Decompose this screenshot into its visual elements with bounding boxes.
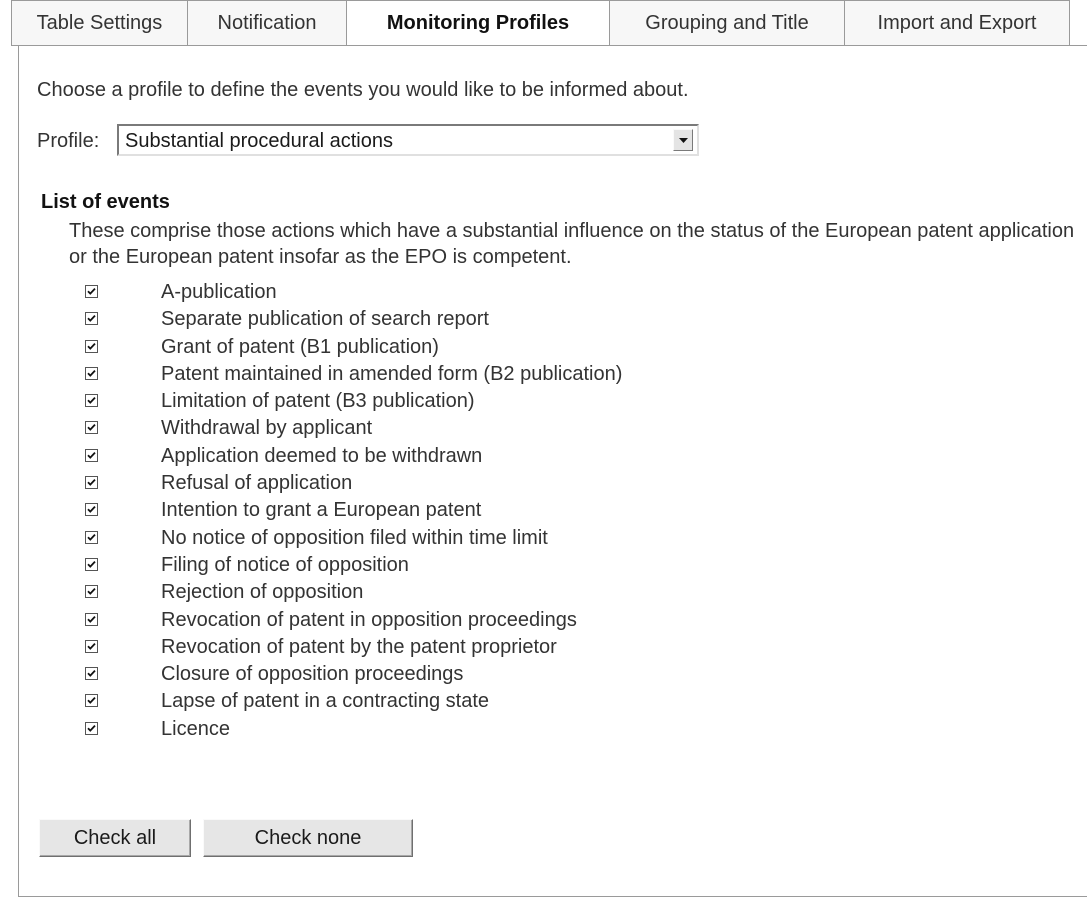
event-checkbox[interactable] (85, 639, 98, 653)
event-label: Intention to grant a European patent (161, 499, 482, 522)
check-all-button[interactable]: Check all (39, 819, 191, 857)
event-label: Application deemed to be withdrawn (161, 444, 483, 467)
event-checkbox[interactable] (85, 694, 98, 708)
event-label: A-publication (161, 281, 277, 303)
event-checkbox[interactable] (85, 312, 98, 326)
event-checkbox[interactable] (85, 285, 98, 298)
event-checkbox[interactable] (85, 421, 98, 435)
checkmark-icon (87, 287, 96, 295)
event-checkbox[interactable] (85, 448, 98, 462)
event-label: Patent maintained in amended form (B2 pu… (161, 362, 623, 385)
event-label: Filing of notice of opposition (161, 553, 409, 576)
checkmark-icon (87, 506, 96, 514)
checkmark-icon (87, 424, 96, 432)
checkmark-icon (87, 588, 96, 596)
intro-text: Choose a profile to define the events yo… (37, 79, 689, 101)
event-label: Grant of patent (B1 publication) (161, 335, 439, 358)
profile-select[interactable]: Substantial procedural actions (117, 124, 699, 156)
event-label: Licence (161, 717, 230, 740)
dropdown-arrow-icon[interactable] (673, 129, 693, 151)
event-checkbox[interactable] (85, 366, 98, 380)
checkmark-icon (87, 451, 96, 459)
event-checkbox[interactable] (85, 667, 98, 681)
event-checkbox[interactable] (85, 585, 98, 599)
event-checkbox[interactable] (85, 503, 98, 517)
checkmark-icon (87, 533, 96, 541)
checkmark-icon (87, 670, 96, 678)
list-of-events-heading: List of events (41, 191, 170, 213)
event-label: Limitation of patent (B3 publication) (161, 390, 475, 413)
profile-select-value: Substantial procedural actions (125, 130, 393, 152)
checkmark-icon (87, 315, 96, 323)
list-of-events-description: These comprise those actions which have … (69, 220, 1075, 268)
tab-grouping-and-title[interactable]: Grouping and Title (610, 0, 845, 46)
event-label: Lapse of patent in a contracting state (161, 690, 489, 713)
checkmark-icon (87, 369, 96, 377)
event-label: No notice of opposition filed within tim… (161, 526, 548, 549)
event-checkbox[interactable] (85, 721, 98, 735)
event-label: Rejection of opposition (161, 581, 364, 604)
tab-monitoring-profiles[interactable]: Monitoring Profiles (347, 0, 610, 46)
tab-table-settings[interactable]: Table Settings (11, 0, 188, 46)
checkmark-icon (87, 724, 96, 732)
event-checkbox[interactable] (85, 476, 98, 490)
check-none-button[interactable]: Check none (203, 819, 413, 857)
event-checkbox[interactable] (85, 394, 98, 408)
event-checkbox[interactable] (85, 557, 98, 571)
checkmark-icon (87, 697, 96, 705)
event-label: Refusal of application (161, 472, 353, 495)
tab-bar: Table Settings Notification Monitoring P… (11, 0, 1070, 46)
monitoring-profiles-panel: Choose a profile to define the events yo… (18, 45, 1087, 897)
event-label: Withdrawal by applicant (161, 417, 373, 440)
tab-notification[interactable]: Notification (188, 0, 347, 46)
event-label: Revocation of patent by the patent propr… (161, 635, 557, 658)
profile-label: Profile: (37, 130, 100, 152)
event-label: Closure of opposition proceedings (161, 663, 464, 686)
event-checkbox[interactable] (85, 339, 98, 353)
checkmark-icon (87, 342, 96, 350)
checkmark-icon (87, 560, 96, 568)
event-label: Revocation of patent in opposition proce… (161, 608, 577, 631)
event-checkbox[interactable] (85, 530, 98, 544)
checkmark-icon (87, 397, 96, 405)
checkmark-icon (87, 642, 96, 650)
checkmark-icon (87, 615, 96, 623)
checkmark-icon (87, 479, 96, 486)
tab-import-and-export[interactable]: Import and Export (845, 0, 1070, 46)
event-label: Separate publication of search report (161, 308, 489, 331)
event-checkbox[interactable] (85, 612, 98, 626)
